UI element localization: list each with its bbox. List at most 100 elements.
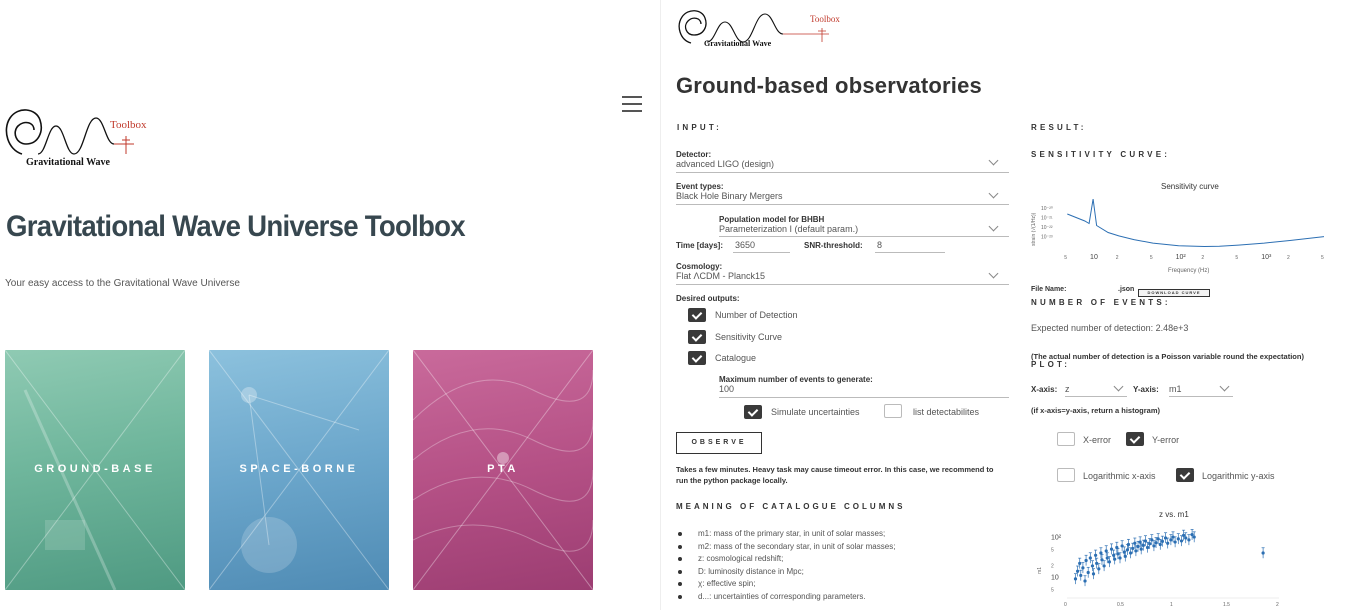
y-tick-label: 2 xyxy=(1051,564,1054,570)
pta-card[interactable]: PTA xyxy=(413,350,593,590)
data-point xyxy=(1261,551,1265,555)
snr-input[interactable]: 8 xyxy=(877,240,882,250)
x-tick-label: 1 xyxy=(1170,602,1173,608)
x-tick-label: 5 xyxy=(1321,255,1324,261)
data-point xyxy=(1160,539,1164,543)
menu-hamburger-icon[interactable] xyxy=(622,96,642,112)
y-error-checkbox[interactable] xyxy=(1126,432,1144,446)
data-point xyxy=(1090,564,1095,568)
z-vs-m1-plot[interactable]: 10² 5 2 10 5 0 0.5 1 1.5 2 m1 xyxy=(1029,524,1284,610)
input-heading: INPUT: xyxy=(677,123,722,132)
data-point xyxy=(1138,540,1142,544)
data-point xyxy=(1079,573,1083,578)
chevron-down-icon[interactable] xyxy=(988,268,999,279)
logo-gw-text: Gravitational Wave xyxy=(26,157,110,168)
x-error-checkbox[interactable] xyxy=(1057,432,1075,446)
x-tick-label: 10² xyxy=(1176,254,1187,261)
population-select[interactable]: Parameterization I (default param.) xyxy=(719,224,858,234)
data-point xyxy=(1190,533,1194,537)
file-name-label: File Name: xyxy=(1031,286,1067,293)
y-axis-label: Y-axis: xyxy=(1133,385,1159,394)
sensitivity-curve-checkbox[interactable] xyxy=(688,330,706,344)
x-tick-label: 0.5 xyxy=(1117,602,1124,608)
y-tick-label: 10⁻²¹ xyxy=(1041,216,1053,222)
catalogue-checkbox[interactable] xyxy=(688,351,706,365)
sensitivity-curve-plot[interactable]: 10⁻²⁰ 10⁻²¹ 10⁻²² 10⁻²³ 5 10 2 5 10² 2 5 10³ 2 5 Frequ… xyxy=(1029,198,1329,278)
expected-detections: Expected number of detection: 2.48e+3 xyxy=(1031,323,1189,333)
x-tick-label: 5 xyxy=(1064,255,1067,261)
poisson-note: (The actual number of detection is a Poi… xyxy=(1031,352,1304,361)
data-point xyxy=(1104,549,1108,553)
event-types-select[interactable]: Black Hole Binary Mergers xyxy=(676,191,783,201)
data-point xyxy=(1102,564,1106,568)
detector-select[interactable]: advanced LIGO (design) xyxy=(676,159,774,169)
chevron-down-icon[interactable] xyxy=(988,188,999,199)
number-detection-checkbox[interactable] xyxy=(688,308,706,322)
simulate-uncertainties-checkbox[interactable] xyxy=(744,405,762,419)
log-x-checkbox[interactable] xyxy=(1057,468,1075,482)
divider xyxy=(719,397,1009,398)
ground-base-card[interactable]: GROUND-BASE xyxy=(5,350,185,590)
sensitivity-line xyxy=(1067,199,1325,248)
histogram-note: (if x-axis=y-axis, return a histogram) xyxy=(1031,406,1161,415)
data-point xyxy=(1083,579,1087,583)
cosmology-label: Cosmology: xyxy=(676,262,723,271)
data-point xyxy=(1086,570,1090,575)
data-point xyxy=(1154,541,1158,545)
data-point xyxy=(1179,539,1184,543)
list-item: m2: mass of the secondary star, in unit … xyxy=(678,541,895,554)
observe-button[interactable]: OBSERVE xyxy=(676,432,762,454)
y-error-label: Y-error xyxy=(1152,435,1180,445)
list-item: z: cosmological redshift; xyxy=(678,553,895,566)
snr-label: SNR-threshold: xyxy=(804,241,863,250)
site-logo[interactable]: Toolbox Gravitational Wave xyxy=(4,100,147,172)
data-point xyxy=(1184,536,1188,540)
sensitivity-curve-label: Sensitivity Curve xyxy=(715,332,783,342)
space-borne-card[interactable]: SPACE-BORNE xyxy=(209,350,389,590)
y-tick-label: 10⁻²³ xyxy=(1041,235,1053,241)
y-axis-title: m1 xyxy=(1037,567,1043,574)
data-point xyxy=(1139,547,1143,551)
logo-gw-text: Gravitational Wave xyxy=(704,39,772,48)
y-axis-select[interactable]: m1 xyxy=(1169,384,1182,394)
sensitivity-curve-heading: SENSITIVITY CURVE: xyxy=(1031,150,1171,159)
catalogue-label: Catalogue xyxy=(715,353,757,363)
chevron-down-icon[interactable] xyxy=(988,221,999,232)
space-borne-label: SPACE-BORNE xyxy=(239,463,359,475)
chevron-down-icon[interactable] xyxy=(1113,381,1124,392)
x-tick-label: 10³ xyxy=(1261,254,1272,261)
data-point xyxy=(1123,554,1127,558)
result-heading: RESULT: xyxy=(1031,123,1087,132)
divider xyxy=(676,204,1009,205)
chevron-down-icon[interactable] xyxy=(1219,381,1230,392)
log-y-checkbox[interactable] xyxy=(1176,468,1194,482)
data-point xyxy=(1182,533,1186,537)
detector-label: Detector: xyxy=(676,150,712,159)
catalogue-columns-list: m1: mass of the primary star, in unit of… xyxy=(678,528,895,603)
data-point xyxy=(1134,549,1138,553)
x-axis-select[interactable]: z xyxy=(1065,384,1070,394)
x-tick-label: 2 xyxy=(1287,255,1290,261)
cosmology-select[interactable]: Flat ΛCDM - Planck15 xyxy=(676,271,765,281)
logo-toolbox-text: Toolbox xyxy=(810,14,840,24)
data-point xyxy=(1173,540,1177,544)
time-underline xyxy=(733,252,790,253)
data-point xyxy=(1129,551,1133,555)
download-curve-button[interactable]: DOWNLOAD CURVE xyxy=(1138,289,1210,297)
ground-base-label: GROUND-BASE xyxy=(34,463,156,475)
list-detectabilities-label: list detectabilites xyxy=(913,407,980,417)
site-logo[interactable]: Toolbox Gravitational Wave xyxy=(677,4,840,48)
divider xyxy=(719,236,1009,237)
time-input[interactable]: 3650 xyxy=(735,240,755,250)
data-point xyxy=(1169,538,1173,542)
y-tick-label: 10 xyxy=(1051,575,1059,582)
max-events-label: Maximum number of events to generate: xyxy=(719,375,873,384)
data-point xyxy=(1148,542,1152,546)
x-tick-label: 1.5 xyxy=(1223,602,1230,608)
max-events-input[interactable]: 100 xyxy=(719,384,734,394)
chevron-down-icon[interactable] xyxy=(988,155,999,166)
time-label: Time [days]: xyxy=(676,241,723,250)
list-detectabilities-checkbox[interactable] xyxy=(884,404,902,418)
data-point xyxy=(1158,542,1162,547)
data-point xyxy=(1187,538,1191,542)
